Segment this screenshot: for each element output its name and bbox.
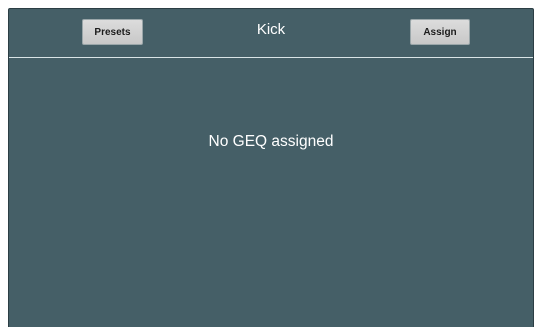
panel-header: Presets Kick Assign [9, 9, 533, 58]
geq-panel: Presets Kick Assign No GEQ assigned [8, 8, 534, 327]
empty-state-message: No GEQ assigned [208, 133, 334, 150]
assign-button[interactable]: Assign [410, 19, 470, 45]
presets-button[interactable]: Presets [82, 19, 143, 45]
